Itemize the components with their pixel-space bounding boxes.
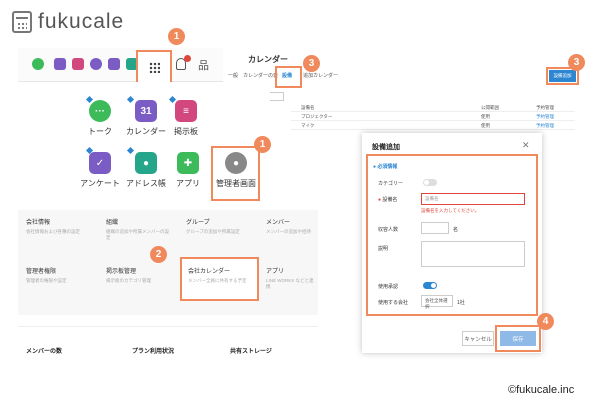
app-top-bar bbox=[18, 48, 223, 82]
dialog-title: 設備追加 bbox=[372, 144, 400, 151]
tab-extra-calendar[interactable]: 追加カレンダー bbox=[303, 72, 338, 79]
capacity-unit: 名 bbox=[453, 227, 459, 233]
calendar-icon[interactable] bbox=[54, 58, 66, 70]
step-badge-2: 2 bbox=[150, 246, 167, 263]
name-label: ● 設備名 bbox=[378, 197, 398, 203]
brand-name: fukucale bbox=[38, 10, 125, 33]
highlight-equipment-tab bbox=[275, 66, 302, 88]
highlight-admin-app bbox=[211, 146, 260, 201]
puzzle-icon: ✚ bbox=[177, 152, 199, 174]
app-talk[interactable]: ··· トーク bbox=[74, 100, 126, 137]
stat-member-count: メンバーの数 bbox=[26, 349, 63, 355]
approval-label: 使用承認 bbox=[378, 284, 399, 290]
step-badge-4: 4 bbox=[537, 313, 554, 330]
app-board[interactable]: ≡ 掲示板 bbox=[160, 100, 212, 137]
table-row[interactable]: プロジェクター 使用 予約管理 bbox=[291, 112, 575, 121]
app-survey[interactable]: ✓ アンケート bbox=[74, 152, 126, 189]
calendar-title: カレンダー bbox=[248, 55, 288, 64]
app-icon[interactable] bbox=[108, 58, 120, 70]
settings-card-company-calendar[interactable]: 会社カレンダー メンバー全員に共有する予定 bbox=[184, 262, 258, 312]
capacity-input[interactable] bbox=[421, 222, 449, 234]
settings-card-group[interactable]: グループ グループの追加や所属設定 bbox=[182, 213, 256, 263]
company-count: 1社 bbox=[457, 300, 465, 306]
name-error: 設備名を入力してください。 bbox=[421, 208, 480, 213]
required-section-label: ● 必須情報 bbox=[373, 164, 398, 170]
table-row: 設備名 公開範囲 予約管理 bbox=[291, 103, 575, 112]
highlight-dialog-form bbox=[366, 154, 538, 316]
close-icon[interactable]: ✕ bbox=[522, 140, 530, 151]
settings-card-member[interactable]: メンバー メンバーの追加や招待 bbox=[262, 213, 318, 263]
survey-icon[interactable] bbox=[90, 58, 102, 70]
stat-plan-usage: プラン利用状況 bbox=[132, 349, 175, 355]
grid-icon bbox=[149, 62, 160, 73]
step-badge-1: 1 bbox=[254, 136, 271, 153]
cancel-button[interactable]: キャンセル bbox=[462, 331, 494, 346]
description-textarea[interactable] bbox=[421, 241, 525, 267]
app-launcher-button[interactable] bbox=[136, 50, 172, 84]
app-apps[interactable]: ✚ アプリ bbox=[162, 152, 214, 189]
stat-shared-storage: 共有ストレージ bbox=[230, 349, 272, 355]
board-icon: ≡ bbox=[175, 100, 197, 122]
chat-icon: ··· bbox=[89, 100, 111, 122]
save-button[interactable]: 保存 bbox=[500, 331, 536, 346]
notification-badge bbox=[184, 55, 191, 62]
tab-general[interactable]: 一般 bbox=[228, 72, 238, 79]
step-badge-3: 3 bbox=[303, 55, 320, 72]
add-equipment-button[interactable]: 設備追加 bbox=[549, 70, 576, 82]
user-select-label: 使用する会社 bbox=[378, 300, 409, 306]
description-label: 説明 bbox=[378, 246, 389, 252]
calendar-logo-icon bbox=[12, 11, 32, 33]
name-input[interactable]: 設備名 bbox=[421, 193, 525, 205]
settings-card-admin-rights[interactable]: 管理者権限 管理者の権限や設定 bbox=[22, 262, 96, 312]
copyright: ©fukucale.inc bbox=[508, 384, 575, 396]
step-badge-1: 1 bbox=[168, 28, 185, 45]
board-icon[interactable] bbox=[72, 58, 84, 70]
settings-card-company[interactable]: 会社情報 会社情報および各種の設定 bbox=[22, 213, 96, 263]
equipment-table: 設備名 公開範囲 予約管理 プロジェクター 使用 予約管理 マイク 使用 予約管… bbox=[291, 103, 575, 130]
capacity-label: 収容人数 bbox=[378, 227, 399, 233]
approval-toggle[interactable] bbox=[423, 282, 437, 289]
tab-calendar-list[interactable]: カレンダーの表 bbox=[243, 72, 278, 79]
addressbook-icon: ● bbox=[135, 152, 157, 174]
company-select-button[interactable]: 会社全体選択 bbox=[421, 295, 453, 309]
calendar-icon: 31 bbox=[135, 100, 157, 122]
chat-icon[interactable] bbox=[32, 58, 44, 70]
org-chart-icon[interactable]: 品 bbox=[198, 57, 209, 73]
settings-card-board[interactable]: 掲示板管理 掲示板のカテゴリ管理 bbox=[102, 262, 176, 312]
survey-icon: ✓ bbox=[89, 152, 111, 174]
category-toggle[interactable] bbox=[423, 179, 437, 186]
settings-card-apps[interactable]: アプリ LINE WORKS などと連携 bbox=[262, 262, 318, 312]
step-badge-3: 3 bbox=[568, 54, 585, 71]
category-label: カテゴリー bbox=[378, 181, 404, 187]
table-row[interactable]: マイク 使用 予約管理 bbox=[291, 121, 575, 130]
brand-logo: fukucale bbox=[12, 10, 124, 34]
